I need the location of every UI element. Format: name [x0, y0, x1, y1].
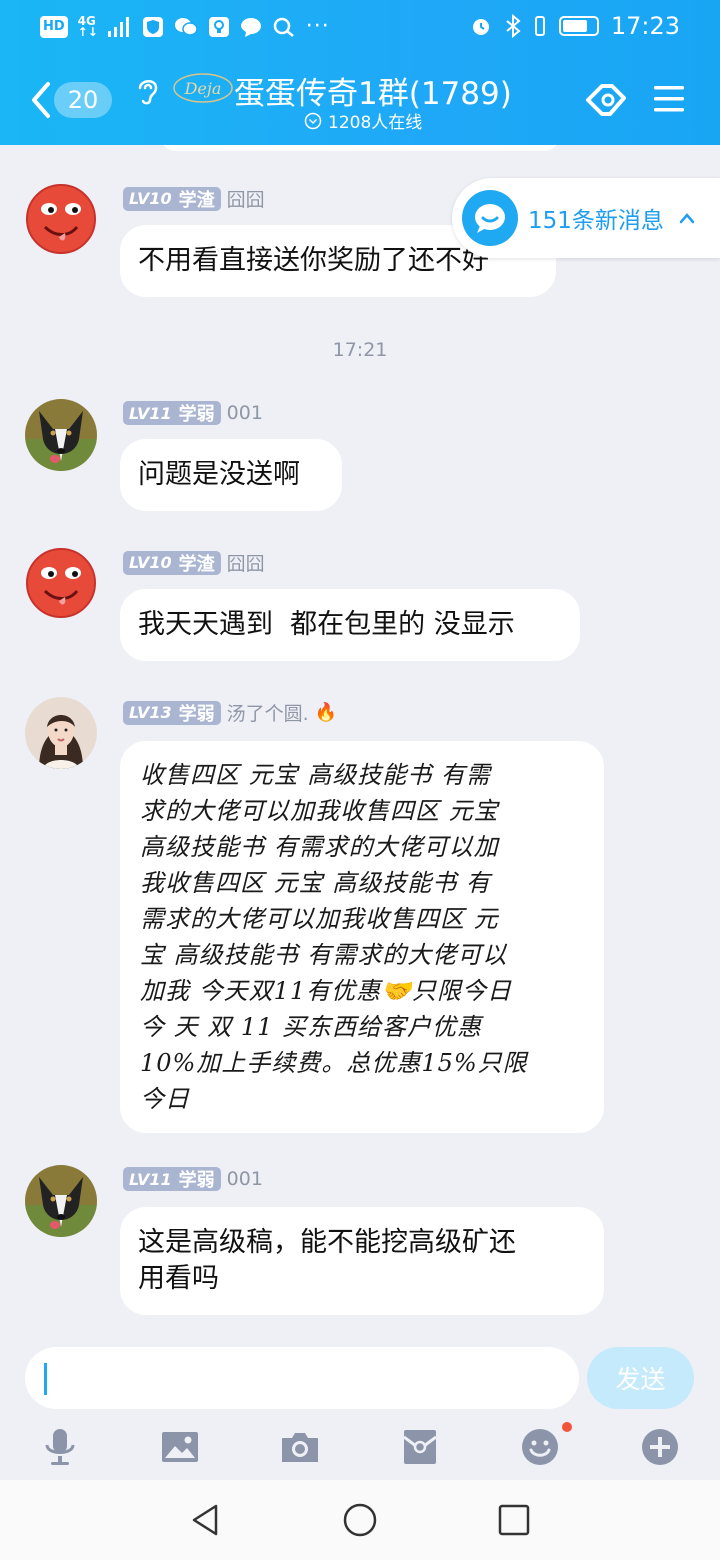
emoji-icon[interactable] [520, 1427, 560, 1467]
message-line: 需求的大佬可以加我收售四区 元 [140, 905, 499, 933]
microphone-icon[interactable] [40, 1427, 80, 1467]
camera-icon[interactable] [280, 1427, 320, 1467]
message-line: 收售四区 元宝 高级技能书 有需 [140, 761, 491, 789]
message-bubble[interactable]: 我天天遇到 都在包里的 没显示 [120, 589, 580, 661]
svg-text:Deja: Deja [184, 79, 222, 98]
bulb-icon [208, 16, 229, 37]
network-type: 4G ↑↓ [77, 13, 98, 39]
avatar[interactable] [25, 697, 97, 769]
sender-nickname[interactable]: 001 [227, 402, 263, 424]
online-count-label: 1208人在线 [328, 113, 423, 133]
timestamp: 17:21 [332, 339, 388, 361]
message-meta: LV10 学渣 囧囧 [123, 185, 265, 212]
sender-nickname[interactable]: 囧囧 [227, 185, 265, 212]
level-badge: LV10 学渣 [123, 550, 221, 575]
unread-count-badge[interactable]: 20 [54, 82, 112, 118]
level-badge: LV13 学弱 [123, 700, 221, 725]
chevron-circle-icon [304, 112, 322, 129]
home-circle-icon[interactable] [342, 1502, 378, 1538]
back-triangle-icon[interactable] [188, 1502, 224, 1538]
message-meta: LV11 学弱 001 [123, 401, 263, 425]
message-bubble[interactable]: 这是高级稿，能不能挖高级矿还 用看吗 [120, 1207, 604, 1315]
message-meta: LV10 学渣 囧囧 [123, 549, 265, 576]
recents-square-icon[interactable] [496, 1502, 532, 1538]
message-line: 今 天 双 11 买东西给客户优惠 [140, 1013, 483, 1041]
signal-icon [107, 16, 129, 37]
menu-icon[interactable] [652, 84, 686, 114]
chevron-up-icon [679, 213, 695, 224]
message-bubble[interactable]: 问题是没送啊 [120, 439, 342, 511]
status-bar: HD 4G ↑↓ ··· 17:23 [0, 0, 720, 56]
message-line: 今日 [140, 1085, 190, 1113]
group-logo-badge: Deja [172, 70, 234, 106]
send-button[interactable]: 发送 [587, 1347, 694, 1409]
message-line: 这是高级稿，能不能挖高级矿还 [138, 1227, 516, 1258]
message-line: 用看吗 [138, 1263, 219, 1294]
search-chat-icon [273, 17, 294, 37]
message-line: 高级技能书 有需求的大佬可以加 [140, 833, 499, 861]
red-emoji-avatar-icon [26, 548, 96, 618]
dog-avatar-icon [25, 1165, 97, 1237]
emoji-notification-dot [562, 1422, 572, 1432]
bluetooth-icon [506, 14, 521, 38]
message-list[interactable]: LV10 学渣 囧囧 不用看直接送你奖励了还不好 17:21 LV11 学弱 001… [0, 145, 720, 1335]
message-meta: LV11 学弱 001 [123, 1167, 263, 1191]
avatar[interactable] [25, 1165, 97, 1237]
message-bubble[interactable]: 收售四区 元宝 高级技能书 有需 求的大佬可以加我收售四区 元宝 高级技能书 有… [120, 741, 604, 1133]
dog-avatar-icon [25, 399, 97, 471]
message-meta: LV13 学弱 汤了个圆. 🔥 [123, 699, 337, 726]
avatar[interactable] [25, 399, 97, 471]
shield-icon [142, 16, 163, 37]
battery-icon [558, 16, 599, 36]
message-input[interactable] [25, 1347, 579, 1409]
new-messages-button[interactable]: 151条新消息 [452, 178, 720, 258]
level-badge: LV11 学弱 [123, 401, 221, 425]
level-badge: LV11 学弱 [123, 1167, 221, 1191]
woman-avatar-icon [25, 697, 97, 769]
ear-icon[interactable] [134, 74, 162, 106]
message-line: 宝 高级技能书 有需求的大佬可以 [140, 941, 508, 969]
chat-header: HD 4G ↑↓ ··· 17:23 20 Deja 蛋蛋传奇1群(1789) … [0, 0, 720, 145]
avatar[interactable] [25, 183, 97, 255]
message-line: 加我 今天双11有优惠🤝只限今日 [140, 977, 513, 1005]
alarm-icon [472, 19, 489, 35]
message-line: 求的大佬可以加我收售四区 元宝 [140, 797, 499, 825]
wechat-icon [174, 17, 198, 36]
online-count[interactable]: 1208人在线 [304, 108, 422, 133]
group-title[interactable]: 蛋蛋传奇1群(1789) [234, 68, 512, 113]
avatar[interactable] [25, 547, 97, 619]
message-line: 我收售四区 元宝 高级技能书 有 [140, 869, 491, 897]
new-message-bubble-icon [462, 190, 518, 246]
compose-bar: 发送 [0, 1335, 720, 1480]
sender-nickname[interactable]: 001 [227, 1168, 263, 1190]
plus-icon[interactable] [640, 1427, 680, 1467]
red-packet-icon[interactable] [400, 1427, 440, 1467]
message-line: 10%加上手续费。总优惠15%只限 [140, 1049, 528, 1077]
more-notifications-icon: ··· [305, 14, 330, 39]
previous-bubble-edge [160, 145, 560, 151]
message-icon [240, 17, 261, 37]
image-icon[interactable] [160, 1427, 200, 1467]
group-switch-icon[interactable] [582, 78, 630, 122]
clock: 17:23 [610, 12, 680, 40]
hd-indicator: HD [40, 15, 68, 38]
sender-nickname[interactable]: 囧囧 [227, 549, 265, 576]
text-caret [44, 1363, 47, 1395]
back-arrow-icon[interactable] [26, 78, 56, 122]
red-emoji-avatar-icon [26, 184, 96, 254]
level-badge: LV10 学渣 [123, 186, 221, 211]
new-messages-label: 151条新消息 [528, 208, 664, 234]
sender-nickname[interactable]: 汤了个圆. [227, 699, 309, 726]
system-nav-bar [0, 1480, 720, 1560]
vibrate-icon [534, 16, 545, 36]
fire-emoji: 🔥 [314, 702, 338, 723]
